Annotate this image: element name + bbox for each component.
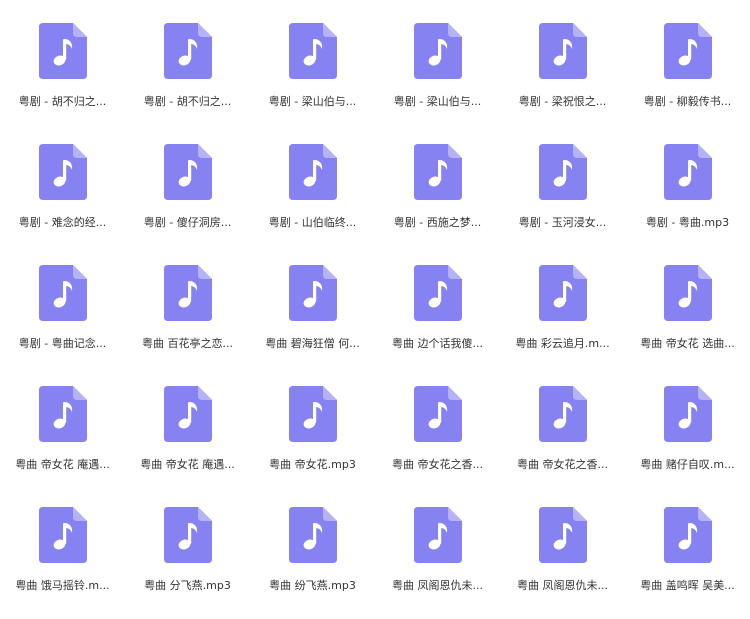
file-name: 粤剧 - 粤曲记念...	[18, 337, 107, 350]
file-name: 粤曲 分飞燕.mp3	[144, 579, 231, 592]
file-name: 粤曲 饿马摇铃.m...	[15, 579, 110, 592]
file-item[interactable]: 粤剧 - 柳毅传书...	[625, 0, 750, 110]
file-name: 粤曲 纷飞燕.mp3	[269, 579, 356, 592]
music-file-icon	[163, 144, 212, 200]
music-file-icon	[663, 386, 712, 442]
file-name: 粤剧 - 难念的经...	[18, 216, 107, 229]
file-item[interactable]: 粤曲 帝女花 庵遇...	[125, 363, 250, 473]
file-name: 粤剧 - 梁山伯与...	[268, 95, 357, 108]
file-item[interactable]: 粤曲 饿马摇铃.m...	[0, 484, 125, 594]
file-item[interactable]: 粤曲 凤阁恩仇未...	[500, 484, 625, 594]
music-file-icon	[663, 23, 712, 79]
music-file-icon	[38, 386, 87, 442]
music-file-icon	[538, 23, 587, 79]
music-file-icon	[538, 265, 587, 321]
music-file-icon	[163, 507, 212, 563]
music-file-icon	[163, 386, 212, 442]
file-item[interactable]: 粤剧 - 粤曲记念...	[0, 242, 125, 352]
file-name: 粤曲 帝女花之香...	[517, 458, 608, 471]
file-item[interactable]: 粤曲 帝女花 选曲...	[625, 242, 750, 352]
file-item[interactable]: 粤剧 - 梁山伯与...	[375, 0, 500, 110]
music-file-icon	[663, 265, 712, 321]
file-item[interactable]: 粤曲 百花亭之恋...	[125, 242, 250, 352]
music-file-icon	[38, 265, 87, 321]
file-item[interactable]: 粤剧 - 粤曲.mp3	[625, 121, 750, 231]
file-name: 粤曲 碧海狂僧 何...	[265, 337, 360, 350]
music-file-icon	[288, 265, 337, 321]
file-item[interactable]: 粤剧 - 玉河浸女...	[500, 121, 625, 231]
file-name: 粤曲 彩云追月.m...	[515, 337, 610, 350]
file-item[interactable]: 粤剧 - 胡不归之...	[0, 0, 125, 110]
file-item[interactable]: 粤曲 盖鸣晖 吴美...	[625, 484, 750, 594]
file-name: 粤剧 - 山伯临终...	[268, 216, 357, 229]
file-name: 粤剧 - 粤曲.mp3	[645, 216, 730, 229]
file-item[interactable]: 粤曲 帝女花 庵遇...	[0, 363, 125, 473]
music-file-icon	[413, 23, 462, 79]
file-name: 粤剧 - 玉河浸女...	[518, 216, 607, 229]
file-name: 粤剧 - 胡不归之...	[18, 95, 107, 108]
file-name: 粤曲 帝女花 庵遇...	[15, 458, 110, 471]
file-item[interactable]: 粤曲 彩云追月.m...	[500, 242, 625, 352]
music-file-icon	[413, 507, 462, 563]
file-item[interactable]: 粤曲 帝女花之香...	[500, 363, 625, 473]
file-item[interactable]: 粤剧 - 傻仔洞房...	[125, 121, 250, 231]
music-file-icon	[663, 507, 712, 563]
music-file-icon	[38, 23, 87, 79]
music-file-icon	[538, 507, 587, 563]
music-file-icon	[288, 386, 337, 442]
file-item[interactable]: 粤剧 - 难念的经...	[0, 121, 125, 231]
file-name: 粤曲 百花亭之恋...	[142, 337, 233, 350]
music-file-icon	[38, 507, 87, 563]
file-name: 粤剧 - 傻仔洞房...	[143, 216, 232, 229]
file-item[interactable]: 粤曲 凤阁恩仇未...	[375, 484, 500, 594]
file-name: 粤曲 凤阁恩仇未...	[517, 579, 608, 592]
file-name: 粤曲 赌仔自叹.m...	[640, 458, 735, 471]
file-item[interactable]: 粤剧 - 西施之梦...	[375, 121, 500, 231]
file-name: 粤剧 - 梁祝恨之...	[518, 95, 607, 108]
music-file-icon	[163, 23, 212, 79]
music-file-icon	[413, 144, 462, 200]
file-item[interactable]: 粤曲 纷飞燕.mp3	[250, 484, 375, 594]
file-item[interactable]: 粤曲 分飞燕.mp3	[125, 484, 250, 594]
file-name: 粤曲 边个话我傻...	[392, 337, 483, 350]
music-file-icon	[413, 386, 462, 442]
music-file-icon	[538, 144, 587, 200]
file-item[interactable]: 粤曲 边个话我傻...	[375, 242, 500, 352]
file-name: 粤剧 - 梁山伯与...	[393, 95, 482, 108]
file-grid: 粤剧 - 胡不归之... 粤剧 - 胡不归之... 粤剧 - 梁山伯与... 粤剧 -…	[0, 0, 750, 619]
music-file-icon	[163, 265, 212, 321]
file-item[interactable]: 粤曲 帝女花之香...	[375, 363, 500, 473]
file-item[interactable]: 粤剧 - 梁山伯与...	[250, 0, 375, 110]
file-item[interactable]: 粤剧 - 胡不归之...	[125, 0, 250, 110]
file-name: 粤曲 帝女花之香...	[392, 458, 483, 471]
file-name: 粤曲 帝女花 庵遇...	[140, 458, 235, 471]
music-file-icon	[288, 507, 337, 563]
music-file-icon	[413, 265, 462, 321]
file-item[interactable]: 粤曲 帝女花.mp3	[250, 363, 375, 473]
file-name: 粤曲 帝女花 选曲...	[640, 337, 735, 350]
file-name: 粤剧 - 胡不归之...	[143, 95, 232, 108]
file-name: 粤曲 盖鸣晖 吴美...	[640, 579, 735, 592]
file-name: 粤剧 - 西施之梦...	[393, 216, 482, 229]
music-file-icon	[288, 23, 337, 79]
music-file-icon	[38, 144, 87, 200]
music-file-icon	[538, 386, 587, 442]
file-name: 粤曲 帝女花.mp3	[269, 458, 356, 471]
file-item[interactable]: 粤曲 碧海狂僧 何...	[250, 242, 375, 352]
music-file-icon	[288, 144, 337, 200]
file-item[interactable]: 粤曲 赌仔自叹.m...	[625, 363, 750, 473]
music-file-icon	[663, 144, 712, 200]
file-item[interactable]: 粤剧 - 山伯临终...	[250, 121, 375, 231]
file-name: 粤曲 凤阁恩仇未...	[392, 579, 483, 592]
file-item[interactable]: 粤剧 - 梁祝恨之...	[500, 0, 625, 110]
file-name: 粤剧 - 柳毅传书...	[643, 95, 732, 108]
